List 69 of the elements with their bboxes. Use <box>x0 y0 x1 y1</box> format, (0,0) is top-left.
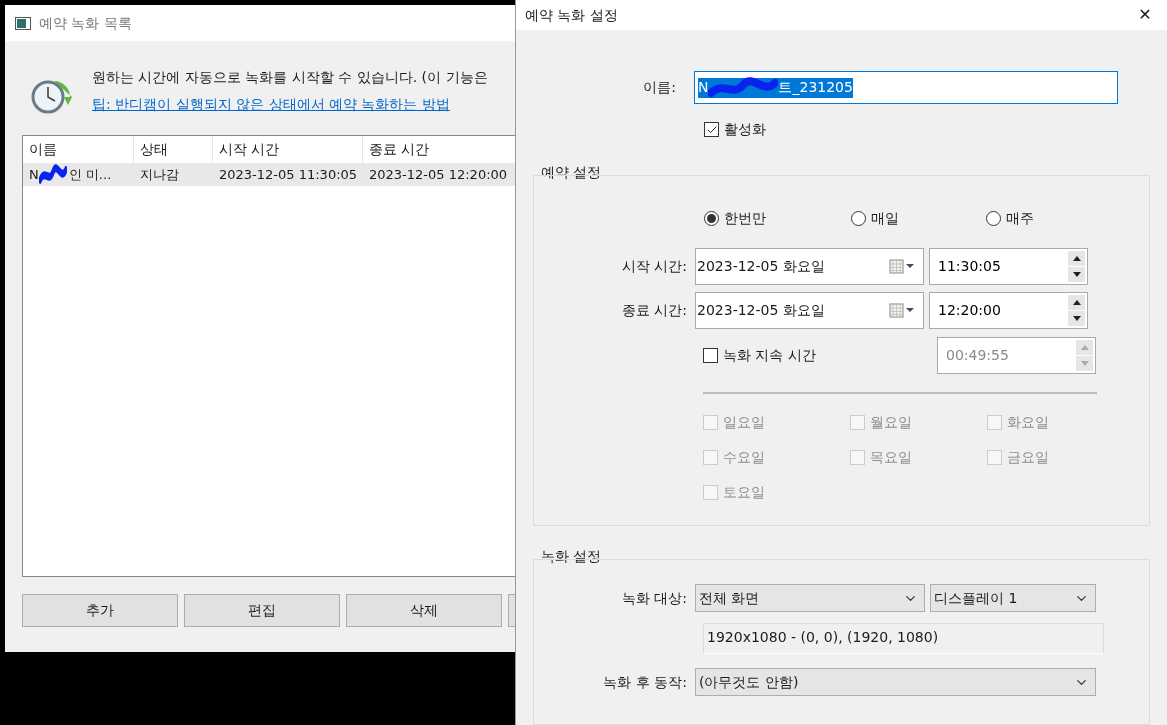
time-spinner[interactable]: 12:20:00 <box>929 292 1088 329</box>
dropdown[interactable]: 전체 화면 <box>695 584 925 612</box>
checkbox-label: 활성화 <box>724 120 766 139</box>
calendar-dropdown-icon <box>889 302 915 319</box>
name-value-start: N <box>698 78 709 97</box>
down-triangle-icon <box>1080 361 1089 366</box>
tip-link[interactable]: 팁: 반디캠이 실행되지 않은 상태에서 예약 녹화하는 방법 <box>92 94 488 115</box>
window-app-icon <box>15 16 31 30</box>
spin-down-button[interactable] <box>1068 267 1085 282</box>
radio-label: 한번만 <box>724 209 766 228</box>
table-cell-text: 지나감 <box>139 165 180 184</box>
time-value: 11:30:05 <box>938 257 1002 276</box>
field-label: 녹화 후 동작: <box>602 672 688 692</box>
weekday-label: 월요일 <box>870 413 912 432</box>
name-input-field[interactable]: N 트_231205 <box>694 71 1118 104</box>
spin-up-button[interactable] <box>1068 251 1085 266</box>
window-title: 예약 녹화 목록 <box>39 13 132 33</box>
action-button[interactable]: 편집 <box>184 594 340 627</box>
dropdown[interactable]: 디스플레이 1 <box>930 584 1096 612</box>
action-button[interactable]: 삭제 <box>346 594 502 627</box>
date-value: 2023-12-05 화요일 <box>697 257 826 276</box>
calendar-dropdown-icon <box>889 258 915 275</box>
radio-label: 매일 <box>871 209 899 228</box>
date-picker[interactable]: 2023-12-05 화요일 <box>695 248 924 285</box>
name-value-end: 트_231205 <box>778 78 853 97</box>
date-picker[interactable]: 2023-12-05 화요일 <box>695 292 924 329</box>
table-cell-text: N <box>29 165 39 184</box>
redaction-scribble <box>38 163 67 186</box>
date-value: 2023-12-05 화요일 <box>697 301 826 320</box>
action-button[interactable]: 추가 <box>22 594 178 627</box>
dropdown-value: 전체 화면 <box>699 588 761 608</box>
spin-down-button[interactable] <box>1068 311 1085 326</box>
field-label: 시작 시간: <box>620 257 688 276</box>
close-button[interactable]: ✕ <box>1123 0 1167 30</box>
list-row[interactable]: N 인 미... 지나감 2023-12-05 11:30:05 2023-12-05 12:20:00 <box>23 163 515 186</box>
time-value: 00:49:55 <box>946 346 1010 365</box>
weekday-label: 토요일 <box>723 483 765 502</box>
time-value: 12:20:00 <box>938 301 1002 320</box>
checkbox[interactable] <box>704 122 719 137</box>
time-spinner[interactable]: 11:30:05 <box>929 248 1088 285</box>
area-info-field: 1920x1080 - (0, 0), (1920, 1080) <box>703 623 1104 654</box>
up-triangle-icon <box>1080 345 1089 350</box>
weekday-label: 화요일 <box>1007 413 1049 432</box>
field-label: 녹화 대상: <box>620 588 688 608</box>
table-cell-text: 인 미... <box>67 165 112 184</box>
field-label: 종료 시간: <box>620 301 688 320</box>
up-triangle-icon <box>1072 300 1081 305</box>
dropdown-value: 디스플레이 1 <box>934 588 1019 608</box>
down-triangle-icon <box>1072 316 1081 321</box>
weekday-label: 목요일 <box>870 448 912 467</box>
radio-button[interactable] <box>986 211 1001 226</box>
field-label: 이름: <box>642 78 677 97</box>
spin-up-button[interactable] <box>1068 295 1085 310</box>
down-triangle-icon <box>1072 272 1081 277</box>
dropdown[interactable]: (아무것도 안함) <box>695 668 1096 696</box>
checkbox-label: 녹화 지속 시간 <box>723 346 816 365</box>
radio-button[interactable] <box>704 211 719 226</box>
radio-label: 매주 <box>1006 209 1034 228</box>
weekday-label: 금요일 <box>1007 448 1049 467</box>
table-cell-text: 2023-12-05 11:30:05 <box>218 165 359 184</box>
table-cell-text: 2023-12-05 12:20:00 <box>368 165 509 184</box>
description-text: 원하는 시간에 자동으로 녹화를 시작할 수 있습니다. (이 기능은 <box>92 68 488 87</box>
weekday-label: 일요일 <box>723 413 765 432</box>
dropdown-value: (아무것도 안함) <box>699 672 800 692</box>
weekday-label: 수요일 <box>723 448 765 467</box>
dialog-title: 예약 녹화 설정 <box>525 5 619 25</box>
up-triangle-icon <box>1072 256 1081 261</box>
redaction-scribble <box>708 76 779 99</box>
radio-button[interactable] <box>851 211 866 226</box>
